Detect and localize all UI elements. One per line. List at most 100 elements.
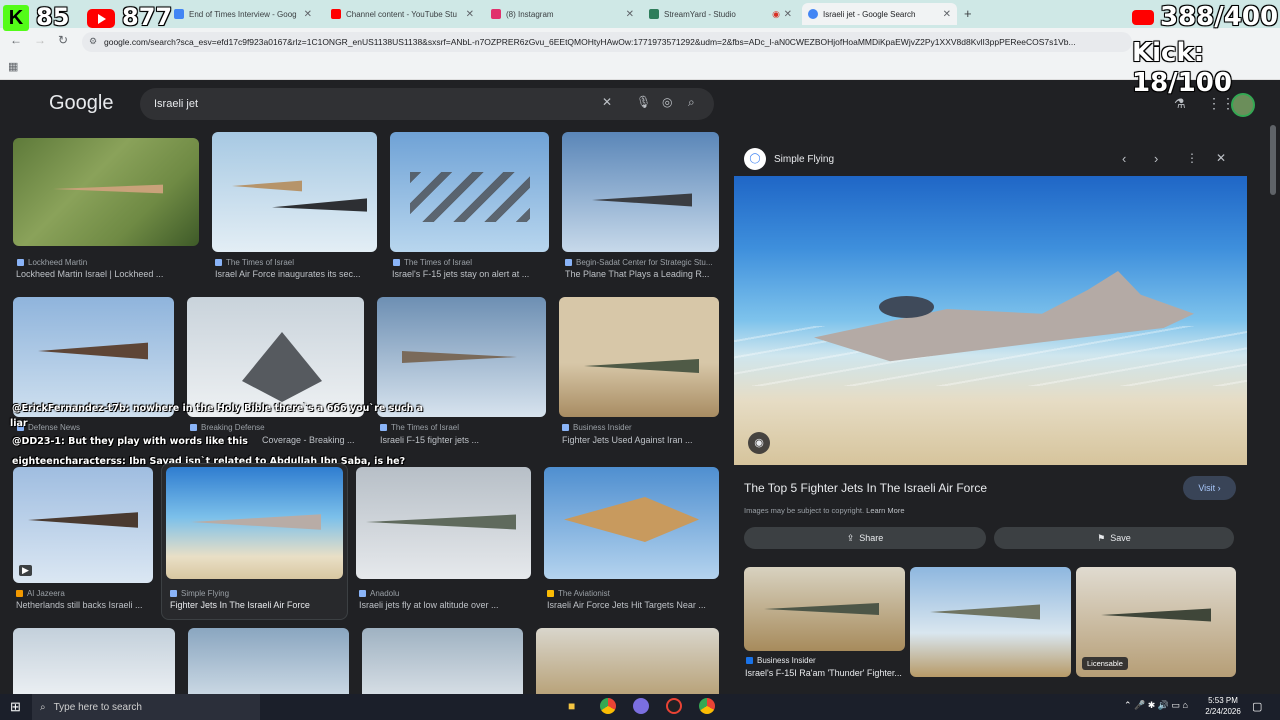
result-caption[interactable]: Israeli jets fly at low altitude over ..… [359,600,531,610]
jet-shape [232,180,302,192]
chrome-profile-icon[interactable] [699,698,715,714]
learn-more-link[interactable]: Learn More [866,506,904,515]
system-tray-icons[interactable]: ⌃ 🎤 ✱ 🔊 ▭ ⌂ [1124,700,1188,711]
result-caption[interactable]: The Plane That Plays a Leading R... [565,269,720,279]
related-image[interactable] [910,567,1071,677]
chrome-icon[interactable] [600,698,616,714]
image-result[interactable] [536,628,719,694]
result-caption[interactable]: Lockheed Martin Israel | Lockheed ... [16,269,201,279]
image-result[interactable] [13,628,175,694]
forward-icon[interactable]: → [34,33,46,47]
licensable-badge: Licensable [1082,657,1128,670]
clock-time[interactable]: 5:53 PM [1205,696,1241,705]
lens-search-icon[interactable]: ◉ [748,432,770,454]
image-result[interactable] [544,467,719,579]
result-caption[interactable]: Fighter Jets Used Against Iran ... [562,435,720,445]
search-input[interactable]: Israeli jet [140,88,714,120]
result-source[interactable]: The Times of Israel [215,258,294,267]
result-source[interactable]: Anadolu [359,589,399,598]
next-icon[interactable]: › [1154,151,1158,166]
result-source[interactable]: Al Jazeera [16,589,65,598]
image-result[interactable] [212,132,377,252]
image-result[interactable] [559,297,719,417]
obs-icon[interactable] [666,698,682,714]
labs-flask-icon[interactable]: ⚗ [1174,96,1186,112]
result-caption[interactable]: Israeli F-15 fighter jets ... [380,435,545,445]
close-icon[interactable]: ✕ [784,9,792,20]
result-source[interactable]: The Times of Israel [393,258,472,267]
address-bar[interactable]: ⚙ google.com/search?sca_esv=efd17c9f923a… [82,32,1132,52]
image-result[interactable] [362,628,523,694]
result-caption[interactable]: Fighter Jets In The Israeli Air Force [170,600,345,610]
close-icon[interactable]: ✕ [304,9,312,20]
previous-icon[interactable]: ‹ [1122,151,1126,166]
tab-instagram[interactable]: (8) Instagram ✕ [485,3,640,25]
tab-label: Israeli jet - Google Search [823,9,916,19]
tab-label: End of Times Interview - Goog [189,9,297,19]
result-source[interactable]: Breaking Defense [190,423,265,432]
more-options-icon[interactable]: ⋮ [1186,151,1198,165]
google-logo[interactable]: Google [49,92,114,115]
lens-icon[interactable]: ◎ [662,95,672,109]
clock-date[interactable]: 2/24/2026 [1200,707,1246,716]
tab-end-of-times[interactable]: End of Times Interview - Goog ✕ [168,3,318,25]
panel-site-name[interactable]: Simple Flying [774,154,834,165]
result-source[interactable]: The Aviationist [547,589,610,598]
search-icon[interactable]: ⌕ [688,95,695,110]
close-icon[interactable]: ✕ [466,9,474,20]
image-result[interactable]: ▶ [13,467,153,583]
tab-israeli-jet[interactable]: Israeli jet - Google Search ✕ [802,3,957,25]
preview-image[interactable]: ◉ [734,176,1247,465]
image-result[interactable] [356,467,531,579]
clear-icon[interactable]: ✕ [602,95,612,109]
related-source[interactable]: Business Insider [746,656,816,665]
avatar[interactable] [1231,93,1255,117]
result-source[interactable]: Begin-Sadat Center for Strategic Stu... [565,258,720,267]
file-explorer-icon[interactable]: ■ [568,699,575,713]
image-result[interactable] [377,297,546,417]
site-info-icon[interactable]: ⚙ [89,36,97,47]
scrollbar-thumb[interactable] [1270,125,1276,195]
result-source[interactable]: Business Insider [562,423,632,432]
tab-label: Channel content - YouTube Stu [346,9,457,19]
share-button[interactable]: ⇪ Share [744,527,986,549]
related-image[interactable]: Licensable [1076,567,1236,677]
windows-start-icon[interactable]: ⊞ [10,699,21,715]
result-caption[interactable]: Israel Air Force inaugurates its sec... [215,269,380,279]
result-caption[interactable]: Israeli Air Force Jets Hit Targets Near … [547,600,719,610]
tab-streamyard[interactable]: StreamYard - Studio ◉ ✕ [643,3,798,25]
image-result[interactable] [390,132,549,252]
save-button[interactable]: ⚑ Save [994,527,1234,549]
result-source[interactable]: Lockheed Martin [17,258,87,267]
tab-youtube-studio[interactable]: Channel content - YouTube Stu ✕ [325,3,480,25]
result-caption[interactable]: Coverage - Breaking ... [262,435,362,445]
image-result[interactable] [188,628,349,694]
new-tab-icon[interactable]: + [964,6,972,21]
image-result[interactable] [13,297,174,417]
search-query: Israeli jet [154,98,199,110]
related-caption[interactable]: Israel's F-15I Ra'am 'Thunder' Fighter..… [745,668,905,678]
visit-button[interactable]: Visit › [1183,476,1236,500]
panel-title[interactable]: The Top 5 Fighter Jets In The Israeli Ai… [744,481,1164,495]
close-icon[interactable]: ✕ [626,9,634,20]
jet-shape [366,514,516,530]
apps-grid-icon[interactable]: ▦ [8,60,18,73]
close-icon[interactable]: ✕ [943,9,951,20]
app-icon[interactable] [633,698,649,714]
image-result[interactable] [166,467,343,579]
image-result[interactable] [562,132,719,252]
result-source[interactable]: The Times of Israel [380,423,459,432]
image-result[interactable] [13,138,199,246]
back-icon[interactable]: ← [10,33,22,47]
taskbar-search-input[interactable]: ⌕ Type here to search [32,694,260,720]
notifications-icon[interactable]: ▢ [1252,700,1262,713]
result-caption[interactable]: Israel's F-15 jets stay on alert at ... [392,269,550,279]
microphone-icon[interactable]: 🎙 [636,95,651,109]
result-source[interactable]: Simple Flying [170,589,229,598]
chat-username: eighteencharacterss [12,456,122,467]
related-image[interactable] [744,567,905,651]
result-caption[interactable]: Netherlands still backs Israeli ... [16,600,156,610]
image-result[interactable] [187,297,364,417]
reload-icon[interactable]: ↻ [58,33,68,47]
close-panel-icon[interactable]: ✕ [1216,151,1226,165]
